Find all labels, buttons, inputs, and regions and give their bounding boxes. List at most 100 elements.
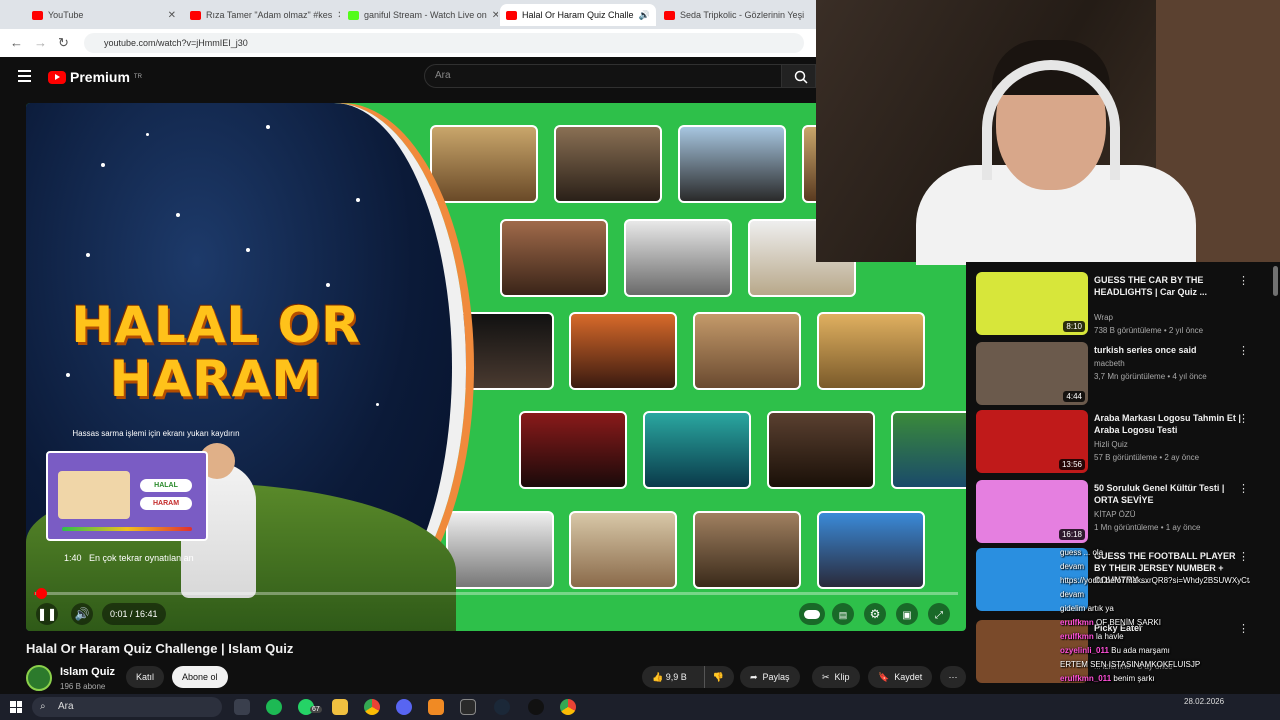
close-icon[interactable]: ✕ bbox=[492, 10, 498, 21]
progress-fill bbox=[34, 592, 35, 595]
haram-badge: HARAM bbox=[140, 497, 192, 510]
thumbs-down-icon: 👎 bbox=[712, 672, 724, 682]
more-vert-icon[interactable]: ⋮ bbox=[1238, 344, 1249, 357]
chrome-icon[interactable] bbox=[560, 699, 576, 715]
more-vert-icon[interactable]: ⋮ bbox=[1238, 412, 1249, 425]
browser-tab[interactable]: ganiful Stream - Watch Live on ✕ bbox=[342, 4, 498, 26]
recommendation-item[interactable]: 8:10 GUESS THE CAR BY THE HEADLIGHTS | C… bbox=[976, 272, 1276, 336]
miniplayer-icon: ▣ bbox=[902, 610, 912, 621]
scissors-icon: ✂ bbox=[822, 672, 830, 682]
forward-arrow-icon[interactable]: → bbox=[34, 35, 47, 50]
browser-tab[interactable]: Seda Tripkolic - Gözlerinin Yeşi bbox=[658, 4, 814, 26]
chat-message: gidelim artık ya bbox=[1060, 604, 1114, 613]
recommendation-channel[interactable]: macbeth bbox=[1094, 359, 1125, 368]
url-field[interactable]: youtube.com/watch?v=jHmmIEI_j30 bbox=[84, 33, 804, 53]
share-label: Paylaş bbox=[762, 672, 790, 682]
steam-icon[interactable] bbox=[494, 699, 510, 715]
taskbar-search[interactable]: ⌕ Ara bbox=[32, 697, 222, 717]
subtitles-button[interactable]: ▤ bbox=[832, 603, 854, 625]
video-title-art: HALAL OR HARAM bbox=[71, 296, 361, 408]
more-vert-icon[interactable]: ⋮ bbox=[1238, 482, 1249, 495]
recommendation-channel[interactable]: Wrap bbox=[1094, 313, 1113, 322]
time-display: 0:01 / 16:41 bbox=[102, 603, 166, 625]
address-bar: ← → ↻ youtube.com/watch?v=jHmmIEI_j30 bbox=[0, 29, 816, 57]
search-button[interactable] bbox=[782, 64, 816, 88]
youtube-logo[interactable]: Premium TR bbox=[48, 69, 142, 85]
join-button[interactable]: Katıl bbox=[126, 666, 165, 688]
speaker-icon[interactable]: 🔊 bbox=[639, 10, 650, 21]
progress-scrubber[interactable] bbox=[36, 588, 47, 599]
volume-button[interactable]: 🔊 bbox=[71, 603, 93, 625]
save-button[interactable]: 🔖 Kaydet bbox=[868, 666, 933, 688]
recommendation-title[interactable]: turkish series once said bbox=[1094, 344, 1244, 356]
app-icon[interactable] bbox=[528, 699, 544, 715]
fullscreen-button[interactable]: ⤢ bbox=[928, 603, 950, 625]
miniplayer-button[interactable]: ▣ bbox=[896, 603, 918, 625]
recommendation-item[interactable]: 16:18 50 Soruluk Genel Kültür Testi | OR… bbox=[976, 480, 1276, 544]
settings-button[interactable]: ⚙ bbox=[864, 603, 886, 625]
recommendation-item[interactable]: 4:44 turkish series once said macbeth 3,… bbox=[976, 342, 1276, 406]
recommendation-thumbnail[interactable]: 8:10 bbox=[976, 272, 1088, 335]
duration-badge: 13:56 bbox=[1058, 459, 1085, 470]
pause-button[interactable]: ❚❚ bbox=[36, 603, 58, 625]
browser-tab[interactable]: Rıza Tamer "Adam olmaz" #kes ✕ bbox=[184, 4, 340, 26]
system-clock[interactable]: 28.02.2026 bbox=[1184, 696, 1224, 707]
recommendation-title[interactable]: GUESS THE CAR BY THE HEADLIGHTS | Car Qu… bbox=[1094, 274, 1244, 298]
search-placeholder: Ara bbox=[435, 70, 451, 81]
preview-label: En çok tekrar oynatılan an bbox=[89, 553, 194, 563]
file-explorer-icon[interactable] bbox=[332, 699, 348, 715]
join-label: Katıl bbox=[136, 672, 155, 682]
spotify-icon[interactable] bbox=[266, 699, 282, 715]
close-icon[interactable]: ✕ bbox=[168, 10, 176, 21]
share-icon: ➦ bbox=[750, 672, 758, 682]
chat-message: ozyelinli_011 Bu ada marşamı bbox=[1060, 646, 1170, 655]
reload-icon[interactable]: ↻ bbox=[58, 35, 69, 51]
subscribe-button[interactable]: Abone ol bbox=[172, 666, 228, 688]
recommendation-channel[interactable]: KİTAP ÖZÜ bbox=[1094, 510, 1136, 519]
obs-icon[interactable] bbox=[460, 699, 476, 715]
close-icon[interactable]: ✕ bbox=[337, 10, 340, 21]
search-icon bbox=[794, 70, 808, 84]
logo-region: TR bbox=[133, 74, 142, 80]
browser-tab-active[interactable]: Halal Or Haram Quiz Challe 🔊 ✕ bbox=[500, 4, 656, 26]
seek-hint: Hassas sarma işlemi için ekranı yukarı k… bbox=[66, 429, 246, 439]
tab-title: YouTube bbox=[48, 10, 84, 20]
tab-title: Rıza Tamer "Adam olmaz" #kes bbox=[206, 10, 333, 20]
kick-favicon-icon bbox=[348, 10, 359, 20]
close-icon[interactable]: ✕ bbox=[655, 10, 656, 21]
channel-avatar[interactable] bbox=[26, 665, 52, 691]
dislike-button[interactable]: 👎 bbox=[703, 666, 724, 688]
recommendation-thumbnail[interactable]: 13:56 bbox=[976, 410, 1088, 473]
recommendation-title[interactable]: 50 Soruluk Genel Kültür Testi | ORTA SEV… bbox=[1094, 482, 1244, 506]
browser-tab[interactable]: YouTube ✕ bbox=[26, 4, 182, 26]
channel-name[interactable]: Islam Quiz bbox=[60, 666, 115, 678]
discord-icon[interactable] bbox=[396, 699, 412, 715]
preview-time: 1:40 bbox=[64, 553, 82, 563]
recommendation-channel[interactable]: Hizli Quiz bbox=[1094, 440, 1128, 449]
chat-message: erulfkmn OF BENİM ŞARKI bbox=[1060, 618, 1161, 627]
windows-start-icon[interactable] bbox=[10, 701, 22, 713]
back-arrow-icon[interactable]: ← bbox=[10, 35, 23, 50]
more-actions-button[interactable]: ⋯ bbox=[940, 666, 966, 688]
recommendation-item[interactable]: 13:56 Araba Markası Logosu Tahmin Et | A… bbox=[976, 410, 1276, 474]
recommendation-thumbnail[interactable]: 4:44 bbox=[976, 342, 1088, 405]
chat-message: https://youtu.be/o7maksxrQR8?si=Whdy2BSU… bbox=[1060, 576, 1250, 585]
like-button[interactable]: 👍 9,9 B bbox=[652, 666, 687, 688]
search-input[interactable]: Ara bbox=[424, 64, 782, 88]
chrome-icon[interactable] bbox=[364, 699, 380, 715]
autoplay-toggle[interactable] bbox=[799, 603, 825, 625]
progress-bar[interactable] bbox=[34, 588, 958, 599]
share-button[interactable]: ➦ Paylaş bbox=[740, 666, 800, 688]
clip-button[interactable]: ✂ Klip bbox=[812, 666, 860, 688]
webcam-overlay bbox=[816, 0, 1280, 265]
hamburger-menu-icon[interactable] bbox=[18, 70, 31, 82]
sidebar-scrollbar[interactable] bbox=[1273, 266, 1278, 296]
app-icon[interactable] bbox=[428, 699, 444, 715]
recommendation-thumbnail[interactable]: 16:18 bbox=[976, 480, 1088, 543]
more-vert-icon[interactable]: ⋮ bbox=[1238, 274, 1249, 287]
youtube-header: Premium TR Ara bbox=[0, 57, 816, 99]
task-view-icon[interactable] bbox=[234, 699, 250, 715]
chat-message: devam bbox=[1060, 590, 1085, 599]
recommendation-title[interactable]: Araba Markası Logosu Tahmin Et | Araba L… bbox=[1094, 412, 1244, 436]
youtube-favicon-icon bbox=[664, 10, 675, 20]
